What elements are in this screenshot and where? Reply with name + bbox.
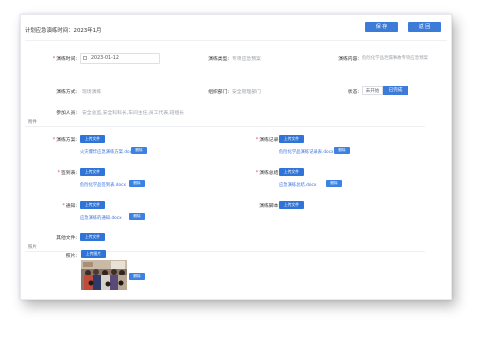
attachments-divider [25, 126, 425, 127]
status-option-completed[interactable]: 已完成 [383, 86, 408, 95]
drill-form-value: 现场演练 [82, 90, 102, 95]
drill-photo-image [81, 260, 127, 290]
record-upload-button[interactable]: 上传文件 [279, 135, 304, 143]
photos-section-title: 照片 [28, 245, 37, 250]
notice-delete-button[interactable]: 删除 [129, 213, 145, 220]
org-dept-label: 组织部门: [208, 90, 229, 95]
plan-delete-button[interactable]: 删除 [131, 147, 147, 154]
page-title: 计划应急演练时间：2023年1月 [25, 28, 102, 34]
other-upload-button[interactable]: 上传文件 [80, 233, 105, 241]
record-file-link[interactable]: 危险化学品演练记录表.docx [279, 149, 334, 155]
plan-file-link[interactable]: 火灾爆炸应急演练方案.docx [80, 149, 135, 155]
photo-label: 照片: [65, 254, 77, 259]
notice-file-link[interactable]: 应急演练的通知.docx [80, 215, 122, 221]
photo-delete-button[interactable]: 删除 [129, 273, 145, 280]
signin-delete-button[interactable]: 删除 [129, 180, 145, 187]
script-upload-button[interactable]: 上传文件 [279, 201, 304, 209]
drill-detail-panel: 计划应急演练时间：2023年1月 保 存 返 回 *演练时间: 2023-01-… [20, 14, 452, 300]
drill-content-label: 演练内容: [338, 57, 359, 62]
header-divider [25, 40, 447, 41]
participants-label: 参加人员: [56, 111, 77, 116]
drill-type-value: 专项应急预案 [232, 57, 261, 62]
participants-value: 安全总监,安全科科长,车间主任,员工代表,班组长 [82, 111, 185, 116]
summary-label: *演练总结: [255, 171, 280, 176]
status-label: 状态: [347, 90, 359, 95]
status-option-pending[interactable]: 未开始 [362, 86, 383, 95]
drill-time-label: *演练时间: [52, 57, 77, 62]
notice-upload-button[interactable]: 上传文件 [80, 201, 105, 209]
summary-file-link[interactable]: 应急演练总结.docx [279, 182, 316, 188]
drill-type-label: 演练类型: [208, 57, 229, 62]
summary-upload-button[interactable]: 上传文件 [279, 168, 304, 176]
org-dept-value: 安全管理部门 [232, 90, 261, 95]
photo-upload-button[interactable]: 上传图片 [81, 250, 106, 258]
record-label: *演练记录: [255, 138, 280, 143]
drill-photo-thumbnail[interactable] [81, 260, 127, 290]
summary-delete-button[interactable]: 删除 [326, 180, 342, 187]
drill-time-value: 2023-01-12 [91, 55, 119, 61]
calendar-icon [83, 56, 87, 60]
plan-upload-button[interactable]: 上传文件 [80, 135, 105, 143]
signin-file-link[interactable]: 危险化学品签到表.docx [80, 182, 126, 188]
drill-form-label: 演练方式: [56, 90, 77, 95]
other-files-label: 其他文件: [56, 236, 77, 241]
attachments-section-title: 附件 [28, 120, 37, 125]
signin-label: *签到表: [57, 171, 77, 176]
drill-time-input[interactable]: 2023-01-12 [80, 53, 160, 64]
save-button[interactable]: 保 存 [365, 22, 398, 32]
back-button[interactable]: 返 回 [408, 22, 441, 32]
notice-label: *通知: [62, 204, 77, 209]
drill-content-value: 危险化学品泄漏事故专项应急预案 [362, 56, 428, 61]
record-delete-button[interactable]: 删除 [334, 147, 350, 154]
signin-upload-button[interactable]: 上传文件 [80, 168, 105, 176]
script-label: 演练脚本: [259, 204, 280, 209]
plan-label: *演练方案: [52, 138, 77, 143]
